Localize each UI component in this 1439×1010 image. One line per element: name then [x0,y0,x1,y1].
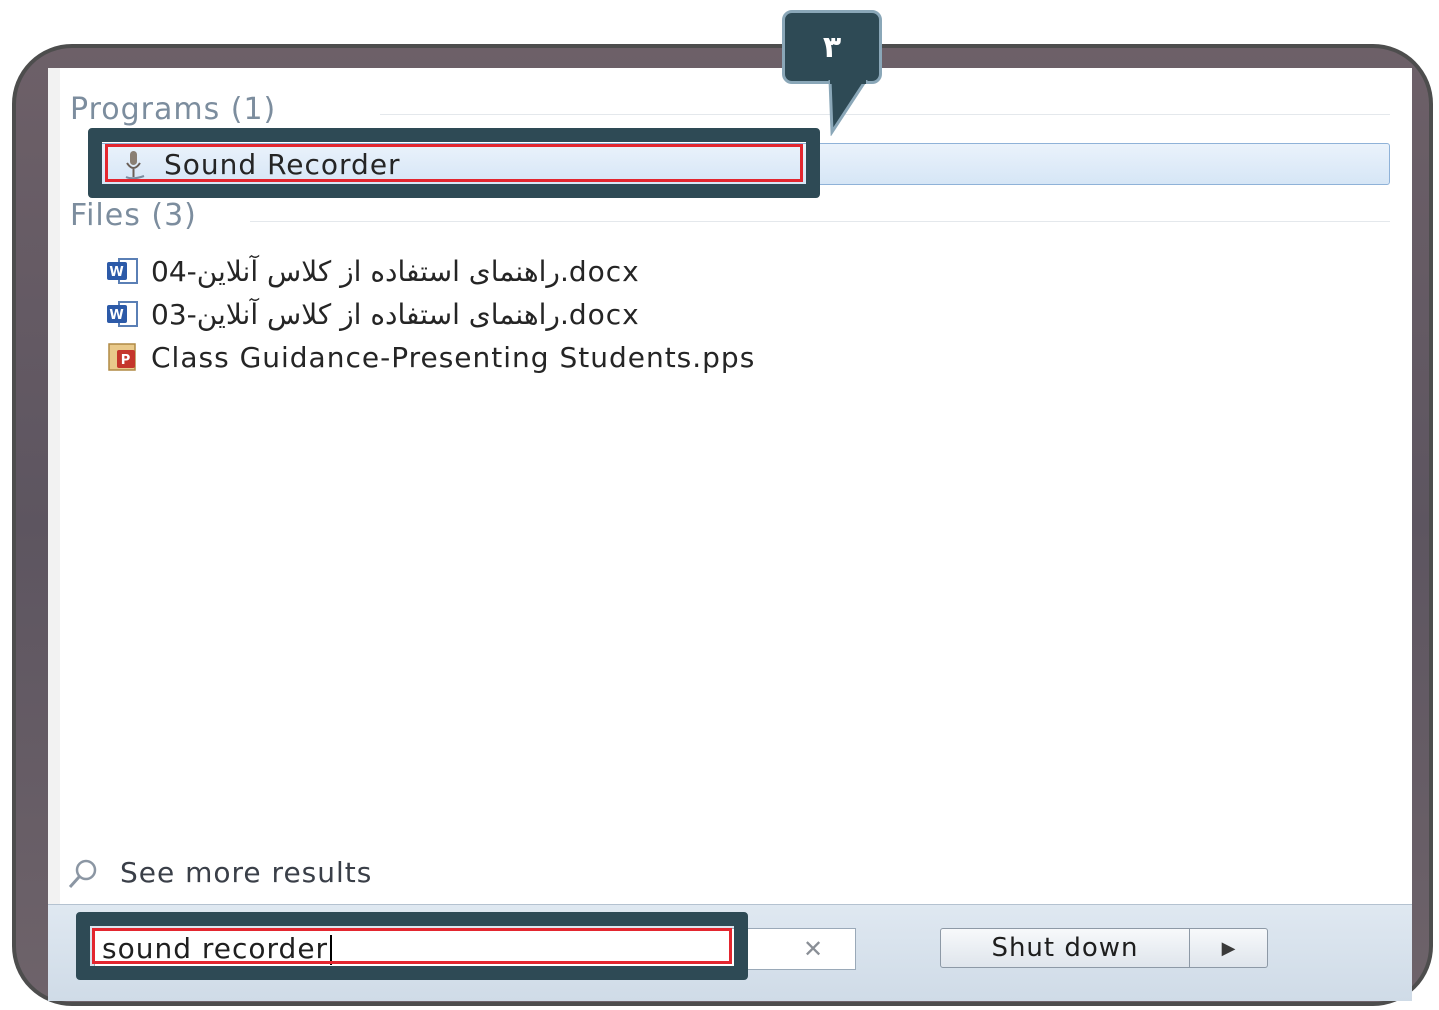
file-item[interactable]: W راهنمای استفاده از کلاس آنلاین-04.docx [105,249,640,293]
file-item-label: راهنمای استفاده از کلاس آنلاین-04.docx [151,254,640,288]
callout-highlight-search [92,928,732,964]
left-strip [48,68,60,904]
word-doc-icon: W [105,256,138,286]
programs-header: Programs (1) [70,92,277,127]
files-header: Files (3) [70,198,197,233]
file-item[interactable]: P Class Guidance-Presenting Students.pps [105,335,755,379]
clear-icon[interactable]: ✕ [796,932,830,966]
word-doc-icon: W [105,299,138,329]
see-more-label: See more results [120,855,373,889]
powerpoint-show-icon: P [105,342,137,372]
right-triangle-icon[interactable]: ▶ [1190,928,1268,968]
svg-text:P: P [121,353,132,368]
callout-highlight-program [105,144,803,182]
files-rule [250,221,1390,222]
callout-pointer [828,80,868,136]
step-badge: ۳ [782,10,882,84]
shut-down-button[interactable]: Shut down [940,928,1190,968]
svg-text:W: W [109,265,124,280]
see-more-results-link[interactable]: See more results [66,850,372,894]
file-item-label: Class Guidance-Presenting Students.pps [151,340,756,374]
svg-text:W: W [109,308,124,323]
programs-rule [380,114,1390,115]
file-item[interactable]: W راهنمای استفاده از کلاس آنلاین-03.docx [105,292,640,336]
file-item-label: راهنمای استفاده از کلاس آنلاین-03.docx [151,297,640,331]
magnifier-icon [66,857,98,889]
